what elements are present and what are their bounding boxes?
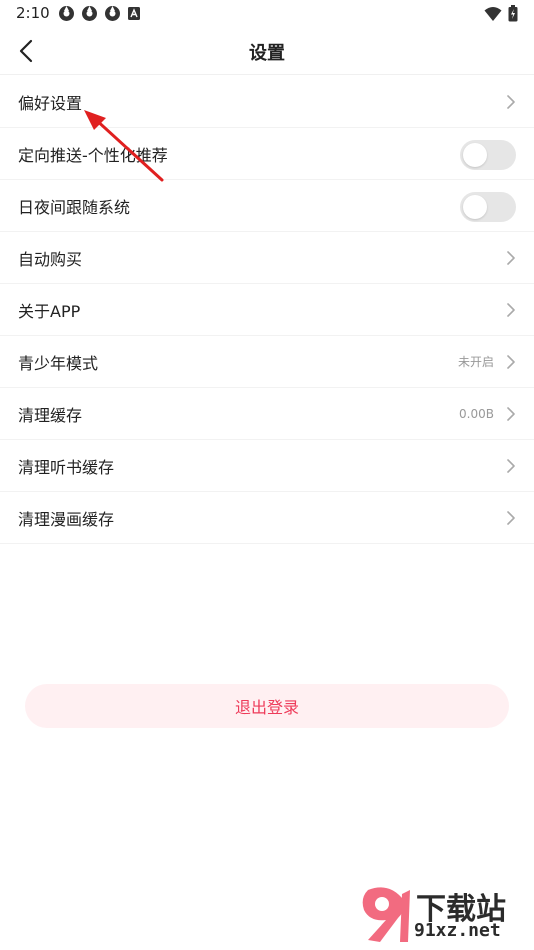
chevron-right-icon — [507, 95, 515, 109]
notification-a-icon — [128, 7, 140, 20]
status-bar: 2:10 — [0, 0, 534, 28]
toggle-knob — [463, 143, 487, 167]
settings-item-label: 偏好设置 — [18, 93, 83, 113]
chevron-right-icon — [507, 355, 515, 369]
settings-item-auto-purchase[interactable]: 自动购买 — [0, 232, 534, 284]
cache-size: 0.00B — [459, 406, 494, 421]
settings-item-label: 青少年模式 — [18, 353, 99, 373]
chevron-right-icon — [507, 459, 515, 473]
watermark: 下载站 91xz.net — [358, 884, 528, 946]
page-title: 设置 — [249, 43, 285, 64]
chevron-right-icon — [507, 407, 515, 421]
settings-item-label: 自动购买 — [18, 249, 83, 269]
chevron-right-icon — [507, 511, 515, 525]
settings-item-label: 日夜间跟随系统 — [18, 197, 131, 217]
settings-item-clear-audiobook-cache[interactable]: 清理听书缓存 — [0, 440, 534, 492]
chevron-right-icon — [507, 251, 515, 265]
settings-item-label: 清理听书缓存 — [18, 457, 115, 477]
settings-item-label: 清理漫画缓存 — [18, 509, 115, 529]
notification-app-icon — [59, 6, 74, 21]
notification-icons — [58, 5, 141, 22]
chevron-right-icon — [507, 303, 515, 317]
follow-system-theme-toggle[interactable] — [460, 192, 516, 222]
battery-icon — [508, 5, 518, 22]
logout-button[interactable]: 退出登录 — [25, 684, 509, 728]
watermark-logo-icon — [362, 887, 410, 942]
personalized-push-toggle[interactable] — [460, 140, 516, 170]
toggle-knob — [463, 195, 487, 219]
notification-app-icon — [82, 6, 97, 21]
settings-item-about-app[interactable]: 关于APP — [0, 284, 534, 336]
settings-item-label: 清理缓存 — [18, 405, 83, 425]
system-icons — [484, 5, 518, 22]
settings-item-label: 关于APP — [18, 301, 81, 321]
notification-app-icon — [105, 6, 120, 21]
teen-mode-status: 未开启 — [457, 355, 494, 369]
app-bar: 设置 — [0, 28, 534, 75]
settings-item-clear-comic-cache[interactable]: 清理漫画缓存 — [0, 492, 534, 544]
wifi-icon — [484, 6, 502, 21]
settings-item-clear-cache[interactable]: 清理缓存 0.00B — [0, 388, 534, 440]
status-time: 2:10 — [16, 4, 50, 22]
watermark-domain: 91xz.net — [414, 920, 501, 941]
settings-item-teen-mode[interactable]: 青少年模式 未开启 — [0, 336, 534, 388]
annotation-arrow-icon — [84, 110, 164, 182]
